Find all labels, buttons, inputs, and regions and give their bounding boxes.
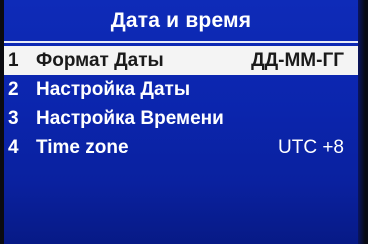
menu-item-time-setting[interactable]: 3 Настройка Времени bbox=[4, 104, 358, 133]
page-title: Дата и время bbox=[110, 9, 252, 32]
menu-item-label: Формат Даты bbox=[36, 49, 164, 71]
menu-item-label: Настройка Времени bbox=[36, 107, 224, 129]
menu-item-number: 4 bbox=[8, 136, 19, 158]
title-bar: Дата и время bbox=[4, 4, 358, 38]
menu-item-date-format[interactable]: 1 Формат Даты ДД-ММ-ГГ bbox=[4, 46, 358, 75]
menu-item-time-zone[interactable]: 4 Time zone UTC +8 bbox=[4, 133, 358, 162]
menu-item-number: 2 bbox=[8, 78, 19, 100]
menu-item-label: Настройка Даты bbox=[36, 78, 191, 100]
title-divider bbox=[4, 41, 358, 43]
menu-item-value: ДД-ММ-ГГ bbox=[251, 49, 344, 71]
screen-bezel-right bbox=[358, 0, 368, 244]
menu-item-number: 1 bbox=[8, 49, 19, 71]
menu-item-number: 3 bbox=[8, 107, 19, 129]
settings-menu: 1 Формат Даты ДД-ММ-ГГ 2 Настройка Даты … bbox=[4, 46, 358, 162]
menu-item-value: UTC +8 bbox=[278, 136, 344, 158]
menu-item-label: Time zone bbox=[36, 136, 129, 158]
menu-item-date-setting[interactable]: 2 Настройка Даты bbox=[4, 75, 358, 104]
device-screen: Дата и время 1 Формат Даты ДД-ММ-ГГ 2 На… bbox=[0, 0, 368, 244]
